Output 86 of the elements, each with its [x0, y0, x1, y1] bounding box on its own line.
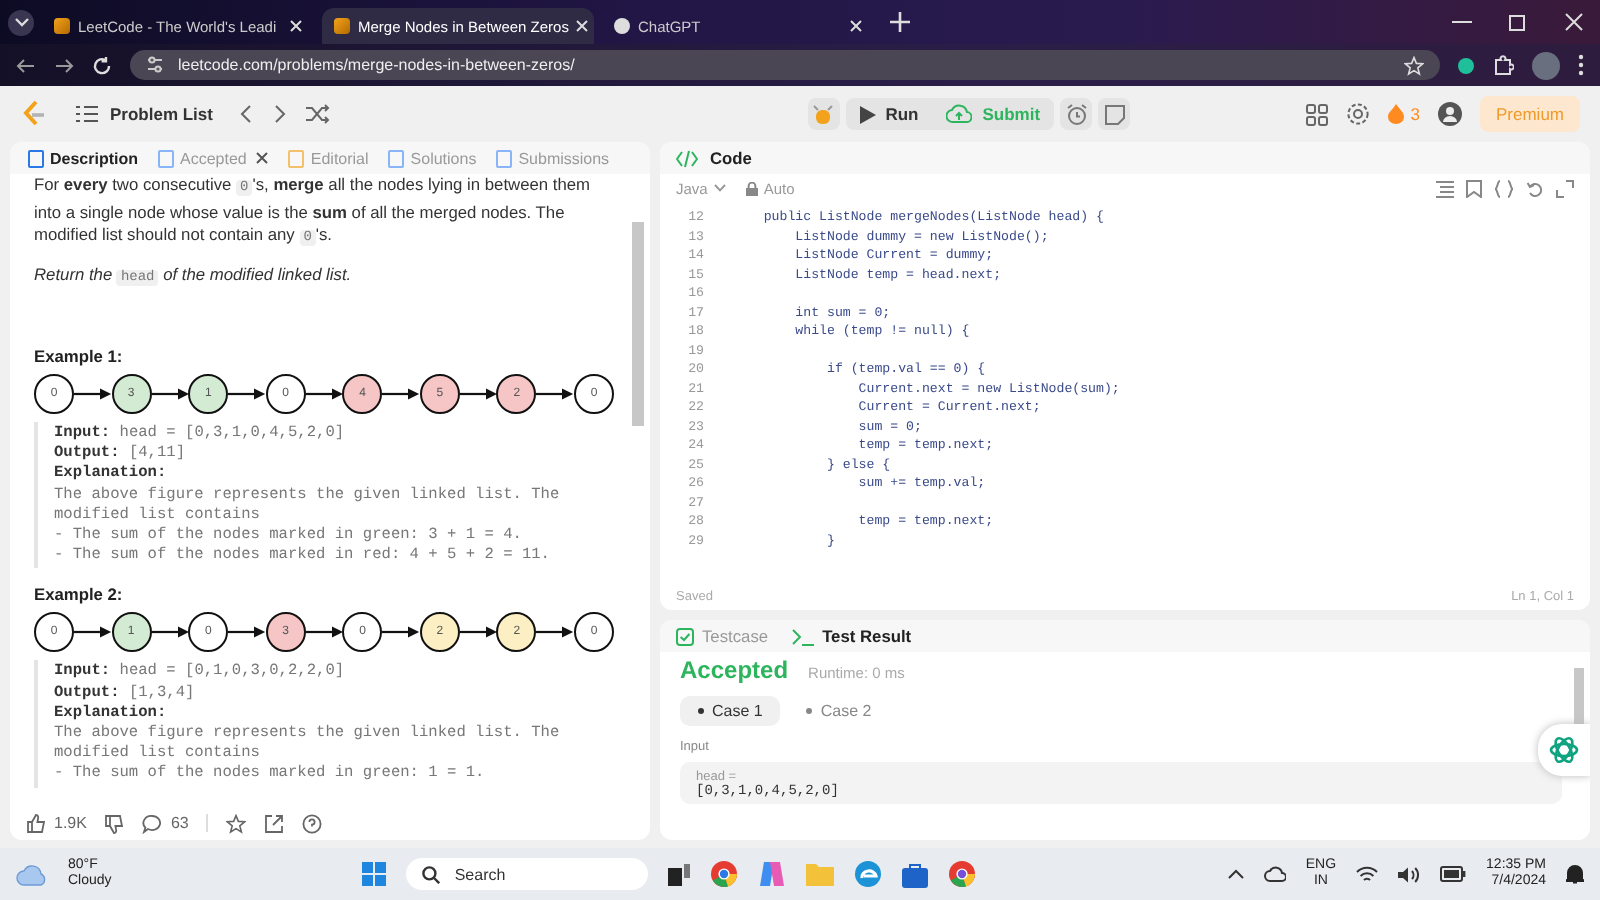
layout-icon[interactable]	[1306, 103, 1329, 125]
chevron-up-icon[interactable]	[1227, 868, 1244, 880]
avatar-icon[interactable]	[1438, 102, 1462, 126]
code-icon	[676, 149, 698, 167]
back-icon[interactable]	[16, 55, 36, 75]
restore-icon[interactable]	[1508, 12, 1528, 32]
case-tab[interactable]: Case 2	[788, 696, 890, 726]
chrome-icon[interactable]	[710, 860, 739, 888]
shuffle-icon[interactable]	[306, 104, 331, 124]
puzzle-icon[interactable]	[1492, 54, 1514, 76]
alarm-clock-icon[interactable]	[1060, 98, 1093, 130]
assistant-icon[interactable]	[1538, 724, 1590, 776]
more-icon[interactable]	[1578, 54, 1584, 76]
arrow-connector	[382, 626, 420, 639]
undo-icon[interactable]	[1526, 179, 1544, 197]
example-heading: Example 1:	[34, 346, 125, 366]
arrow-connector	[536, 626, 575, 639]
bookmark-icon[interactable]	[1466, 179, 1482, 197]
play-icon	[859, 105, 876, 123]
panel-title: Code	[710, 148, 752, 168]
arrow-connector	[305, 388, 343, 400]
star-icon[interactable]	[226, 813, 247, 833]
extension-icon[interactable]	[1458, 57, 1474, 73]
store-icon[interactable]	[902, 861, 929, 887]
previous-icon[interactable]	[238, 104, 255, 124]
speaker-icon[interactable]	[1398, 865, 1421, 883]
forward-icon[interactable]	[54, 55, 74, 75]
arrow-connector	[228, 626, 266, 639]
checkbox-icon	[676, 627, 694, 645]
panel-tab[interactable]: Description	[20, 149, 147, 167]
taskbar-search-field[interactable]: Search	[406, 858, 649, 890]
arrow-connector	[459, 388, 497, 400]
copilot-icon[interactable]	[758, 860, 787, 888]
dot-icon	[698, 708, 704, 715]
like-button[interactable]: 1.9K	[26, 813, 87, 833]
close-tab-icon[interactable]	[256, 152, 269, 164]
arrow-connector	[74, 626, 112, 639]
new-tab-icon[interactable]	[890, 12, 910, 32]
cloud-upload-icon	[946, 104, 973, 124]
verdict-text: Accepted	[680, 656, 789, 684]
thumbs-up-icon	[26, 813, 46, 833]
arrow-connector	[74, 388, 112, 400]
task-view-icon[interactable]	[668, 863, 691, 885]
scrollbar-thumb[interactable]	[1574, 668, 1584, 728]
list-icon	[76, 104, 98, 124]
cloud-icon[interactable]	[1263, 866, 1286, 882]
arrow-connector	[228, 388, 266, 400]
close-icon[interactable]	[1564, 12, 1584, 32]
arrow-connector	[151, 388, 189, 400]
start-icon[interactable]	[362, 862, 387, 886]
comments-button[interactable]: 63	[142, 813, 189, 833]
terminal-icon	[792, 627, 815, 645]
profile-avatar[interactable]	[1532, 51, 1560, 79]
arrow-connector	[382, 388, 420, 400]
chevron-down-icon	[713, 184, 726, 192]
settings-icon[interactable]	[1346, 102, 1371, 126]
problem-list-button[interactable]: Problem List	[76, 104, 213, 124]
battery-icon[interactable]	[1440, 866, 1467, 882]
wifi-icon[interactable]	[1356, 865, 1379, 883]
format-icon[interactable]	[1436, 179, 1454, 197]
tab-search-icon[interactable]	[8, 9, 34, 35]
dot-icon	[806, 708, 813, 715]
address-bar[interactable]: leetcode.com/problems/merge-nodes-in-between-zeros/	[130, 50, 1440, 80]
edge-icon[interactable]	[854, 860, 883, 888]
reload-icon[interactable]	[92, 55, 112, 75]
expand-icon[interactable]	[1556, 179, 1574, 197]
next-icon[interactable]	[272, 104, 289, 124]
arrow-connector	[536, 388, 575, 400]
braces-icon[interactable]	[1494, 179, 1514, 197]
comment-icon	[142, 813, 163, 833]
panel-tab[interactable]: Test Result	[792, 626, 912, 646]
arrow-connector	[459, 626, 497, 639]
arrow-connector	[305, 626, 343, 639]
search-icon	[422, 865, 441, 883]
scrollbar-thumb[interactable]	[632, 222, 644, 426]
example-heading: Example 2:	[34, 584, 125, 605]
chrome-icon[interactable]	[948, 860, 977, 888]
bell-icon[interactable]	[1566, 864, 1584, 884]
run-button[interactable]: Run	[845, 98, 933, 130]
arrow-connector	[151, 626, 189, 639]
share-icon[interactable]	[264, 813, 285, 833]
case-tab[interactable]: Case 1	[680, 696, 781, 726]
lock-icon	[745, 181, 758, 195]
dislike-icon[interactable]	[104, 813, 125, 833]
note-icon[interactable]	[1098, 98, 1131, 130]
help-icon[interactable]	[302, 813, 323, 833]
